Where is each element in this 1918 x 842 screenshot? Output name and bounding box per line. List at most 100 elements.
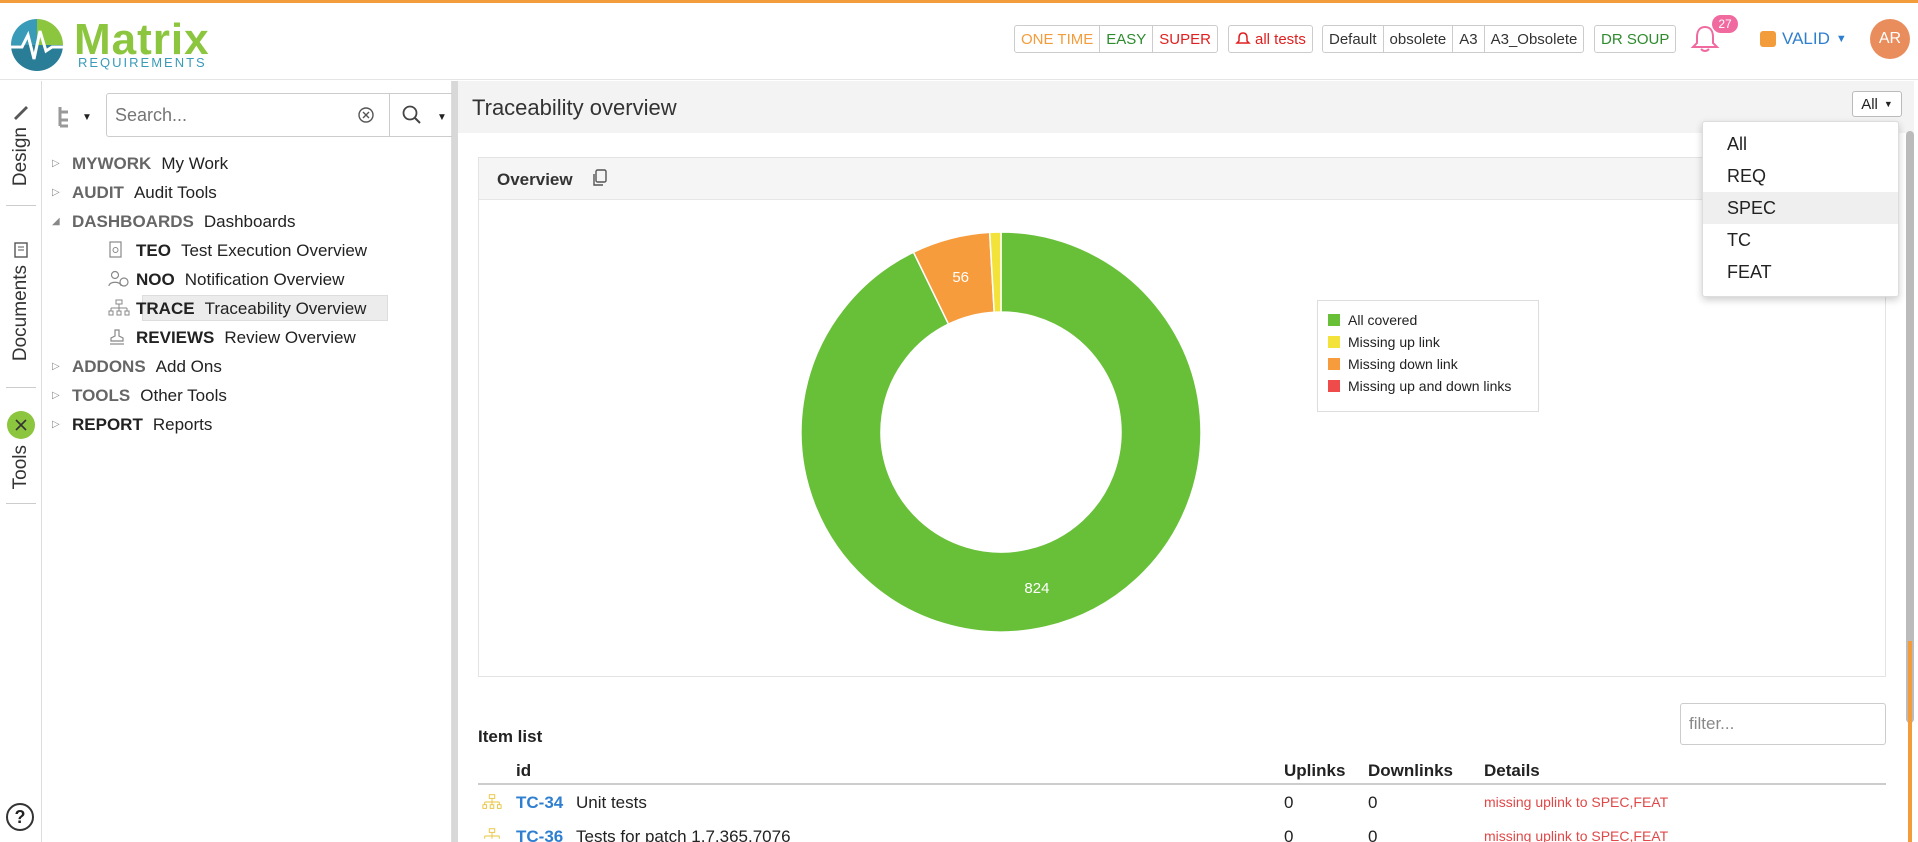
tree-item-code: REVIEWS bbox=[136, 327, 215, 347]
item-details: missing uplink to SPEC,FEAT bbox=[1484, 828, 1669, 842]
column-header-uplinks[interactable]: Uplinks bbox=[1284, 761, 1345, 781]
item-downlinks: 0 bbox=[1368, 827, 1378, 842]
item-id-link[interactable]: TC-36 bbox=[516, 827, 563, 842]
column-header-details[interactable]: Details bbox=[1484, 761, 1540, 781]
tree-item-mywork[interactable]: ▷ MYWORK My Work bbox=[52, 149, 442, 178]
tree-item-label: Review Overview bbox=[224, 327, 356, 347]
expand-triangle-icon[interactable]: ▷ bbox=[52, 187, 64, 198]
caret-down-icon: ▼ bbox=[1883, 99, 1893, 109]
drsoup-group: DR SOUP bbox=[1594, 25, 1677, 53]
expand-triangle-icon[interactable]: ▷ bbox=[52, 158, 64, 169]
column-header-id[interactable]: id bbox=[516, 761, 531, 781]
matrix-logo[interactable]: Matrix REQUIREMENTS bbox=[6, 13, 216, 73]
label-a3-obsolete[interactable]: A3_Obsolete bbox=[1485, 26, 1584, 52]
category-group-3: Default obsolete A3 A3_Obsolete bbox=[1322, 25, 1585, 53]
tree-item-label: Dashboards bbox=[203, 211, 296, 231]
menu-item-spec[interactable]: SPEC bbox=[1703, 192, 1898, 224]
item-downlinks: 0 bbox=[1368, 793, 1378, 812]
legend-label: Missing down link bbox=[1348, 356, 1458, 372]
column-header-downlinks[interactable]: Downlinks bbox=[1368, 761, 1453, 781]
legend-swatch bbox=[1328, 336, 1340, 348]
rail-divider bbox=[6, 503, 36, 504]
collapse-triangle-icon[interactable]: ◢ bbox=[52, 216, 64, 227]
tree-item-noo[interactable]: NOO Notification Overview bbox=[52, 265, 442, 294]
user-notification-icon bbox=[108, 270, 129, 287]
category-filter-button[interactable]: All ▼ bbox=[1852, 91, 1902, 117]
item-details: missing uplink to SPEC,FEAT bbox=[1484, 794, 1669, 810]
status-dropdown[interactable]: VALID ▼ bbox=[1760, 29, 1847, 49]
tree-item-reviews[interactable]: REVIEWS Review Overview bbox=[52, 323, 442, 352]
tree-item-label: Audit Tools bbox=[133, 182, 217, 202]
tree-item-tools[interactable]: ▷ TOOLS Other Tools bbox=[52, 381, 442, 410]
item-list-title: Item list bbox=[478, 727, 543, 746]
label-a3[interactable]: A3 bbox=[1453, 26, 1485, 52]
tree-item-addons[interactable]: ▷ ADDONS Add Ons bbox=[52, 352, 442, 381]
label-one-time[interactable]: ONE TIME bbox=[1015, 26, 1101, 52]
item-table: id Uplinks Downlinks Details TC-34 Unit … bbox=[478, 757, 1886, 842]
table-row[interactable]: TC-34 Unit tests 0 0 missing uplink to S… bbox=[478, 785, 1886, 819]
label-default[interactable]: Default bbox=[1323, 26, 1384, 52]
rail-documents[interactable]: Documents bbox=[4, 241, 38, 361]
expand-triangle-icon[interactable]: ▷ bbox=[52, 419, 64, 430]
tree-item-teo[interactable]: TEO Test Execution Overview bbox=[52, 236, 442, 265]
rail-design[interactable]: Design bbox=[4, 103, 38, 186]
legend-item[interactable]: Missing down link bbox=[1328, 353, 1538, 375]
hierarchy-icon bbox=[108, 299, 130, 316]
item-id-link[interactable]: TC-34 bbox=[516, 793, 563, 813]
label-dr-soup[interactable]: DR SOUP bbox=[1595, 26, 1675, 52]
tree-item-report[interactable]: ▷ REPORT Reports bbox=[52, 410, 442, 439]
menu-item-feat[interactable]: FEAT bbox=[1703, 256, 1898, 288]
logo-subtitle: REQUIREMENTS bbox=[78, 55, 207, 70]
all-tests-button[interactable]: all tests bbox=[1229, 26, 1312, 52]
notification-count-badge: 27 bbox=[1712, 15, 1738, 33]
logo-mark-icon bbox=[9, 19, 65, 71]
item-title: Unit tests bbox=[576, 793, 647, 812]
rail-tools[interactable]: Tools bbox=[4, 411, 38, 489]
label-obsolete[interactable]: obsolete bbox=[1384, 26, 1454, 52]
all-tests-label: all tests bbox=[1255, 30, 1306, 48]
tree-item-code: TEO bbox=[136, 240, 171, 260]
search-options-caret-icon[interactable]: ▼ bbox=[437, 112, 447, 123]
donut-slice-label: 824 bbox=[1024, 580, 1049, 597]
legend-label: Missing up and down links bbox=[1348, 378, 1512, 394]
search-icon[interactable] bbox=[401, 104, 423, 126]
search-box: ▼ bbox=[106, 93, 458, 137]
tree-item-trace[interactable]: TRACE Traceability Overview bbox=[52, 294, 442, 323]
navigation-tree-panel: ▼ ▼ ▷ MYWORK My Work ▷ AUDIT bbox=[42, 81, 458, 842]
rail-documents-label: Documents bbox=[10, 265, 31, 362]
traceability-donut-chart: 824 56 bbox=[800, 231, 1202, 633]
status-color-icon bbox=[1760, 31, 1776, 47]
tree-item-label: Reports bbox=[152, 414, 213, 434]
item-title: Tests for patch 1.7.365.7076 bbox=[576, 827, 791, 842]
clear-search-icon[interactable] bbox=[357, 106, 375, 124]
user-avatar[interactable]: AR bbox=[1870, 19, 1910, 59]
top-header: Matrix REQUIREMENTS ONE TIME EASY SUPER … bbox=[0, 3, 1918, 80]
main-content: Traceability overview All ▼ Overview 824… bbox=[458, 81, 1918, 842]
menu-item-req[interactable]: REQ bbox=[1703, 160, 1898, 192]
tree-view-toggle[interactable]: ▼ bbox=[56, 103, 96, 131]
rail-divider bbox=[6, 205, 36, 206]
tree-item-label: Notification Overview bbox=[184, 269, 345, 289]
help-icon[interactable]: ? bbox=[6, 803, 34, 831]
menu-item-all[interactable]: All bbox=[1703, 128, 1898, 160]
legend-item[interactable]: Missing up link bbox=[1328, 331, 1538, 353]
item-filter-input[interactable]: filter... bbox=[1680, 703, 1886, 745]
table-row[interactable]: TC-36 Tests for patch 1.7.365.7076 0 0 m… bbox=[478, 819, 1886, 842]
tree-item-dashboards[interactable]: ◢ DASHBOARDS Dashboards bbox=[52, 207, 442, 236]
legend-item[interactable]: Missing up and down links bbox=[1328, 375, 1538, 397]
category-filter-menu: All REQ SPEC TC FEAT bbox=[1702, 121, 1899, 297]
menu-item-tc[interactable]: TC bbox=[1703, 224, 1898, 256]
label-easy[interactable]: EASY bbox=[1100, 26, 1154, 52]
vertical-scrollbar[interactable] bbox=[1906, 131, 1914, 723]
tree-item-audit[interactable]: ▷ AUDIT Audit Tools bbox=[52, 178, 442, 207]
tree-item-code: TOOLS bbox=[72, 385, 131, 405]
category-filter-label: All bbox=[1861, 95, 1878, 113]
copy-icon[interactable] bbox=[591, 168, 609, 188]
search-input[interactable] bbox=[107, 95, 347, 135]
label-super[interactable]: SUPER bbox=[1153, 26, 1217, 52]
legend-item[interactable]: All covered bbox=[1328, 309, 1538, 331]
tools-icon bbox=[7, 411, 35, 439]
expand-triangle-icon[interactable]: ▷ bbox=[52, 390, 64, 401]
rail-tools-label: Tools bbox=[10, 445, 31, 490]
expand-triangle-icon[interactable]: ▷ bbox=[52, 361, 64, 372]
